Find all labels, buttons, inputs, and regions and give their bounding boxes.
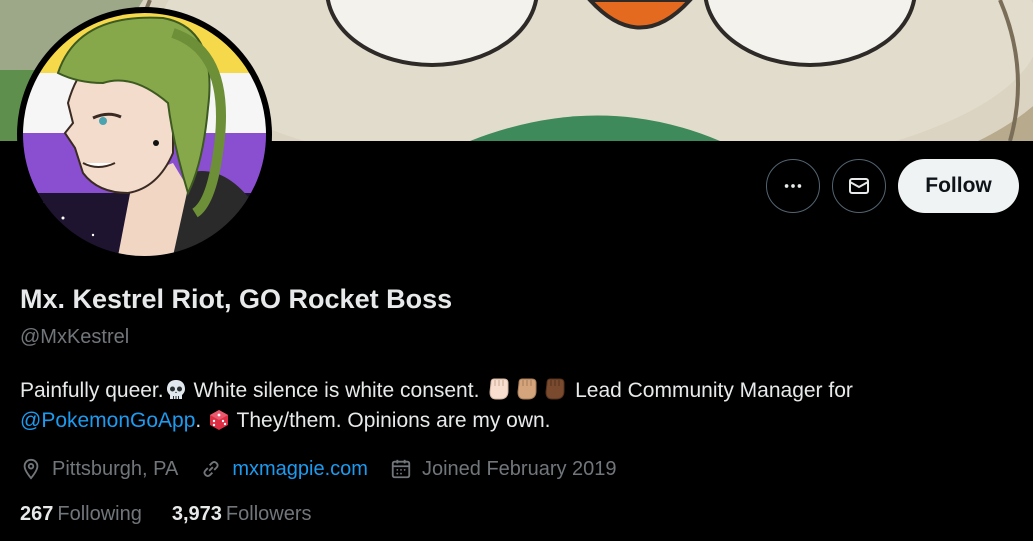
bio-text: They/them. Opinions are my own. (231, 409, 551, 432)
bio-line-2: @PokemonGoApp. They/them. Opinions are m… (20, 406, 1020, 436)
avatar-image (23, 13, 266, 256)
follow-button[interactable]: Follow (898, 159, 1019, 213)
following-count: 267 (20, 503, 54, 525)
raised-fist-dark-icon (545, 378, 565, 400)
message-button[interactable] (832, 159, 886, 213)
more-options-button[interactable] (766, 159, 820, 213)
bio-line-1: Painfully queer. White silence is white … (20, 376, 1020, 406)
location: Pittsburgh, PA (20, 458, 178, 481)
profile-page: Follow Mx. Kestrel Riot, GO Rocket Boss … (0, 0, 1033, 541)
profile-stats: 267 Following 3,973 Followers (20, 503, 342, 526)
bio-text: Painfully queer. (20, 379, 164, 402)
website-link[interactable]: mxmagpie.com (232, 458, 368, 481)
envelope-icon (849, 178, 869, 194)
bio-text: Lead Community Manager for (569, 379, 853, 402)
followers-count: 3,973 (171, 503, 222, 525)
joined-date: Joined February 2019 (390, 458, 617, 481)
profile-meta: Pittsburgh, PA mxmagpie.com Joined Febru… (20, 454, 639, 484)
following-link[interactable]: 267 Following (20, 503, 142, 526)
handle: @MxKestrel (20, 326, 130, 348)
game-die-icon (210, 410, 229, 430)
raised-fist-light-icon (489, 378, 509, 400)
raised-fist-medium-icon (517, 378, 537, 400)
calendar-icon (391, 459, 411, 479)
location-text: Pittsburgh, PA (52, 457, 179, 480)
link-icon (203, 460, 219, 478)
bio-text: White silence is white consent. (187, 379, 486, 402)
joined-text: Joined February 2019 (421, 457, 617, 480)
bio-text: . (195, 409, 208, 432)
location-pin-icon (23, 458, 39, 480)
followers-label: Followers (225, 503, 312, 525)
avatar[interactable] (17, 7, 272, 262)
bio: Painfully queer. White silence is white … (20, 376, 1020, 436)
website: mxmagpie.com (200, 458, 368, 481)
skull-icon (166, 380, 185, 399)
mention-link[interactable]: @PokemonGoApp (20, 409, 195, 432)
following-label: Following (57, 503, 142, 525)
more-horizontal-icon (784, 184, 802, 188)
display-name: Mx. Kestrel Riot, GO Rocket Boss (20, 284, 453, 314)
followers-link[interactable]: 3,973 Followers (172, 503, 312, 526)
